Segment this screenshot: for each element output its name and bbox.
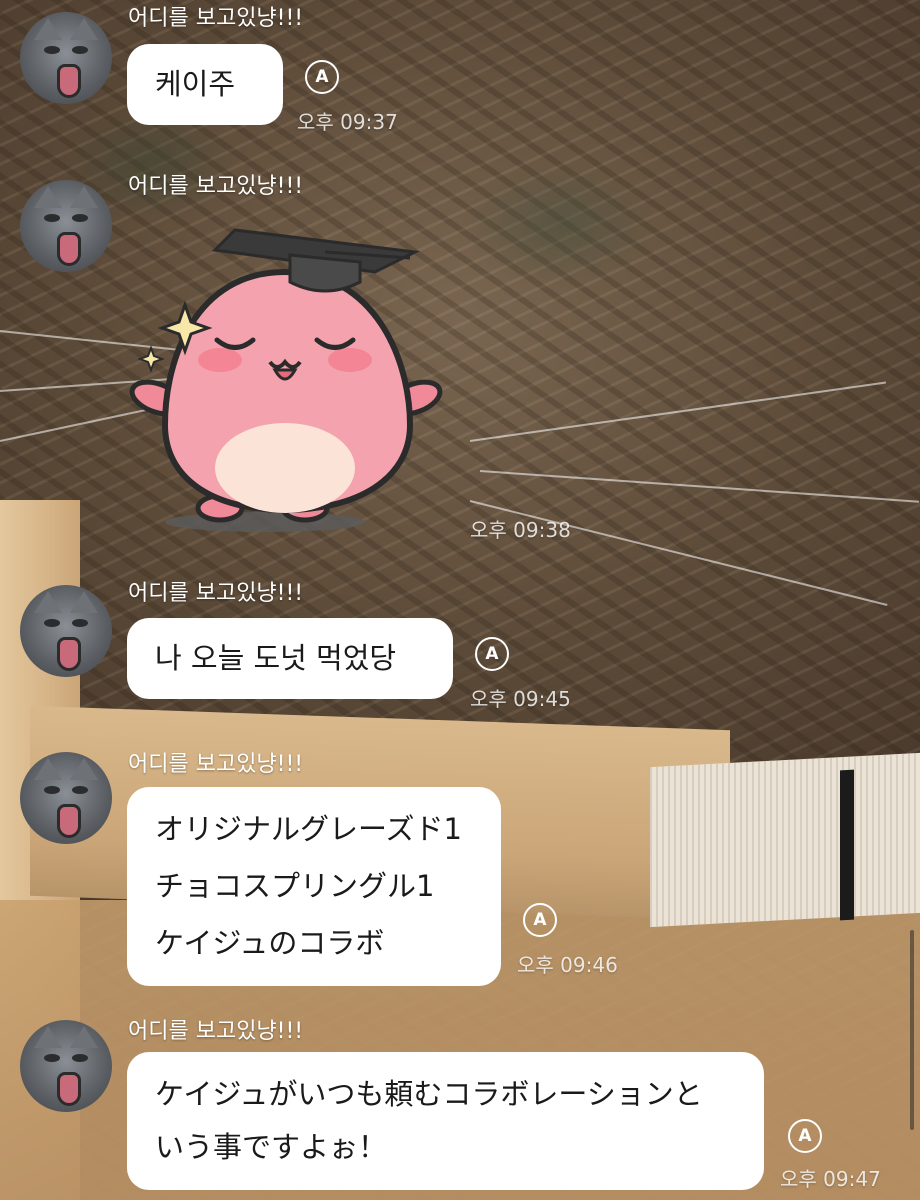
message-time: 오후 09:38 <box>470 518 571 542</box>
message-text: 나 오늘 도넛 먹었당 <box>155 641 397 675</box>
pink-character-sticker[interactable] <box>125 210 455 540</box>
message-time: 오후 09:47 <box>780 1167 881 1191</box>
message-text: ケイジュがいつも頼むコラボレーションと <box>155 1077 703 1111</box>
message-time: 오후 09:46 <box>517 953 618 977</box>
avatar[interactable] <box>20 180 112 272</box>
message-bubble[interactable]: 케이주 <box>127 44 283 125</box>
message-text: いう事ですよぉ！ <box>155 1130 388 1164</box>
message-bubble[interactable]: オリジナルグレーズド1 チョコスプリングル1 ケイジュのコラボ <box>127 787 501 986</box>
translate-icon[interactable]: A <box>523 903 557 937</box>
avatar[interactable] <box>20 12 112 104</box>
translate-icon[interactable]: A <box>475 637 509 671</box>
message-text: オリジナルグレーズド1 <box>155 812 463 846</box>
scrollbar[interactable] <box>910 930 914 1130</box>
avatar[interactable] <box>20 752 112 844</box>
message-text: チョコスプリングル1 <box>155 869 435 903</box>
message-time: 오후 09:45 <box>470 687 571 711</box>
message-text: 케이주 <box>155 67 236 101</box>
message-bubble[interactable]: 나 오늘 도넛 먹었당 <box>127 618 453 699</box>
message-time: 오후 09:37 <box>297 110 398 134</box>
sender-name: 어디를 보고있냥!!! <box>128 752 304 777</box>
sender-name: 어디를 보고있냥!!! <box>128 581 304 606</box>
message-bubble[interactable]: ケイジュがいつも頼むコラボレーションと いう事ですよぉ！ <box>127 1052 764 1190</box>
sender-name: 어디를 보고있냥!!! <box>128 1019 304 1044</box>
sender-name: 어디를 보고있냥!!! <box>128 6 304 31</box>
message-text: ケイジュのコラボ <box>155 926 385 960</box>
avatar[interactable] <box>20 1020 112 1112</box>
translate-icon[interactable]: A <box>788 1119 822 1153</box>
translate-icon[interactable]: A <box>305 60 339 94</box>
sender-name: 어디를 보고있냥!!! <box>128 174 304 199</box>
avatar[interactable] <box>20 585 112 677</box>
